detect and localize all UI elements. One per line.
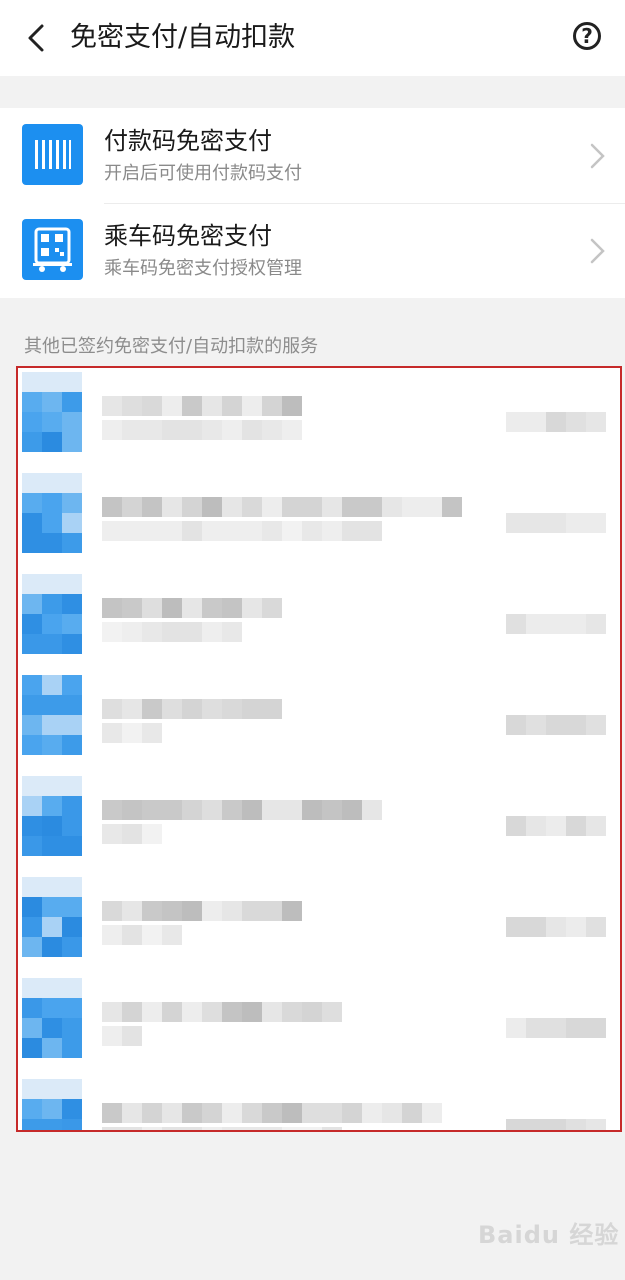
service-logo-icon	[22, 574, 82, 654]
back-arrow-icon[interactable]	[20, 20, 56, 56]
payment-code-row[interactable]: 付款码免密支付 开启后可使用付款码支付	[0, 108, 625, 203]
service-logo-icon	[22, 1079, 82, 1130]
row-subtitle: 开启后可使用付款码支付	[104, 163, 302, 184]
service-item[interactable]	[18, 473, 620, 574]
app-header: 免密支付/自动扣款 ?	[0, 0, 625, 76]
baidu-jingyan-watermark: Baidu 经验	[478, 1221, 620, 1249]
settings-card: 付款码免密支付 开启后可使用付款码支付 乘车码免密支付 乘车码免密支付授权管理	[0, 108, 625, 298]
service-item[interactable]	[18, 574, 620, 675]
service-item[interactable]	[18, 1079, 620, 1130]
page-title: 免密支付/自动扣款	[70, 22, 296, 53]
transit-code-row[interactable]: 乘车码免密支付 乘车码免密支付授权管理	[0, 203, 625, 298]
section-label: 其他已签约免密支付/自动扣款的服务	[24, 336, 319, 357]
chevron-right-icon	[590, 238, 605, 264]
row-subtitle: 乘车码免密支付授权管理	[104, 258, 302, 279]
barcode-icon	[22, 124, 83, 185]
service-logo-icon	[22, 372, 82, 452]
service-logo-icon	[22, 776, 82, 856]
question-circle-icon[interactable]: ?	[573, 22, 601, 50]
service-logo-icon	[22, 978, 82, 1058]
divider	[104, 203, 625, 204]
service-item[interactable]	[18, 877, 620, 978]
bus-qr-icon	[22, 219, 83, 280]
row-title: 乘车码免密支付	[104, 222, 272, 250]
service-item[interactable]	[18, 675, 620, 776]
row-title: 付款码免密支付	[104, 127, 272, 155]
signed-services-list	[16, 366, 622, 1132]
service-item[interactable]	[18, 372, 620, 473]
service-logo-icon	[22, 877, 82, 957]
service-item[interactable]	[18, 978, 620, 1079]
service-logo-icon	[22, 473, 82, 553]
service-item[interactable]	[18, 776, 620, 877]
chevron-right-icon	[590, 143, 605, 169]
service-logo-icon	[22, 675, 82, 755]
